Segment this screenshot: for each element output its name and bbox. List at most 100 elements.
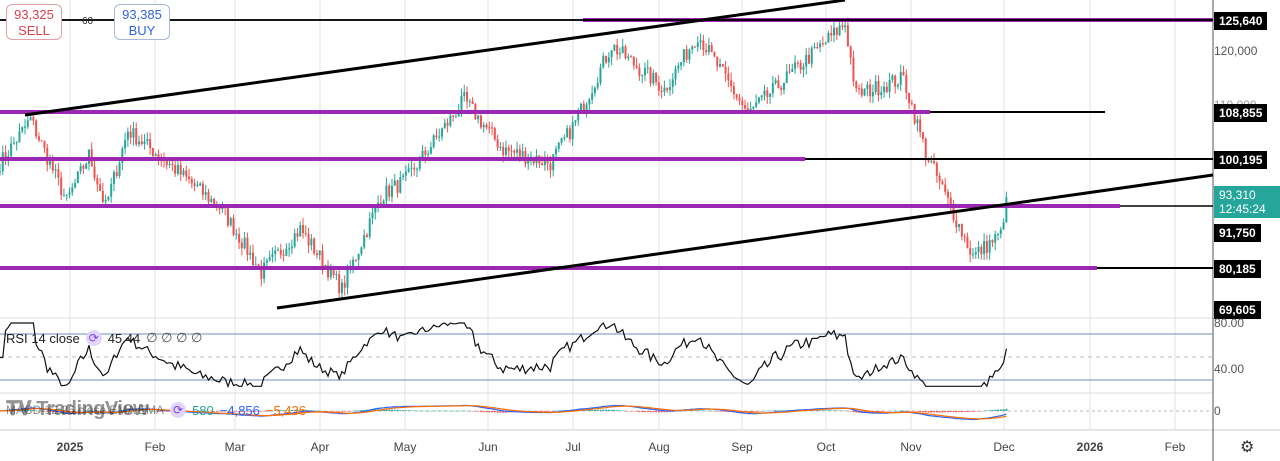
refresh-icon[interactable]: ⟳ [85,330,102,346]
candle-body [835,27,838,36]
candle-body [285,248,288,256]
macd-hist-bar [849,411,852,412]
candle-body [441,128,444,137]
macd-hist-bar [349,411,352,412]
candle-body [755,102,758,107]
macd-hist-bar [716,411,719,412]
macd-hist-bar [705,410,708,412]
macd-hist-bar [327,411,330,412]
gridlines [69,0,1176,430]
macd-hist-bar [821,410,824,411]
macd-hist-bar [435,410,438,412]
buy-label: BUY [128,23,156,38]
candle-body [199,183,202,186]
macd-hist-bar [952,411,955,413]
settings-icon[interactable]: ⚙ [1240,437,1254,457]
candle-body [741,100,744,106]
candle-body [296,233,299,237]
macd-hist-bar [499,411,502,413]
candle-body [518,149,521,157]
candle-body [649,67,652,84]
candle-body [435,135,438,138]
candle-body [204,192,207,195]
sell-button[interactable]: 93,325 SELL [6,4,62,40]
candle-body [288,248,291,250]
candle-body [643,68,646,76]
candle-body [994,234,997,243]
macd-hist-bar [340,411,343,412]
candle-body [468,101,471,103]
candle-body [491,127,494,129]
candle-body [40,140,43,142]
candle-body [885,86,888,92]
candle-body [37,136,40,141]
candle-body [502,146,505,156]
macd-hist-bar [844,410,847,412]
candle-body [810,47,813,64]
candle-body [371,212,374,219]
candle-body [624,46,627,59]
candle-body [471,101,474,104]
candle-body [844,25,847,28]
candle-body [549,163,552,171]
candle-body [452,115,455,117]
macd-hist-bar [557,410,560,412]
macd-hist-bar [488,411,491,413]
macd-hist-bar [966,411,969,412]
candle-body [974,252,977,255]
candle-body [660,90,663,92]
candle-body [760,95,763,98]
macd-hist-bar [974,411,977,412]
buy-button[interactable]: 93,385 BUY [114,4,170,40]
candle-body [827,32,830,43]
candle-body [821,43,824,45]
level-tag: 125,640 [1214,12,1268,30]
candle-body [24,126,27,128]
candle-body [946,191,949,198]
candle-body [866,84,869,89]
macd-hist-bar [482,411,485,413]
candle-body [902,71,905,76]
candle-body [193,183,196,186]
candle-body [735,94,738,98]
macd-hist-bar [1005,408,1008,411]
signal-value: −5,436 [265,402,307,418]
macd-hist-bar [852,411,855,413]
macd-hist-bar [410,410,413,411]
candle-body [379,202,382,204]
candle-body [149,139,152,149]
macd-hist-bar [643,411,646,413]
candle-body [65,194,68,196]
macd-hist-bar [635,411,638,412]
candle-body [399,177,402,193]
candle-body [185,170,188,177]
macd-hist-bar [441,410,444,412]
macd-hist-bar [463,410,466,412]
refresh-icon[interactable]: ⟳ [170,402,187,418]
macd-hist-bar [396,410,399,411]
macd-hist-bar [902,410,905,412]
candle-body [944,184,947,192]
candle-body [493,128,496,140]
macd-hist-bar [899,410,902,412]
candle-body [477,115,480,120]
macd-hist-bar [655,411,658,413]
macd-hist-bar [443,410,446,412]
candle-body [738,97,741,101]
price-chart[interactable] [0,0,1280,461]
macd-hist-bar [988,410,991,411]
candle-body [365,234,368,237]
candle-body [777,80,780,88]
candle-body [924,138,927,159]
candle-body [182,170,185,175]
macd-legend[interactable]: MACD 12 26 close EMA EMA ⟳ 580 −4,856 −5… [6,402,306,418]
candle-body [560,138,563,143]
rsi-legend[interactable]: RSI 14 close ⟳ 45.44 ∅ ∅ ∅ ∅ [6,330,202,346]
macd-hist-bar [707,410,710,412]
candle-body [87,149,90,164]
candle-body [883,86,886,93]
macd-hist-bar [624,410,627,412]
candle-body [190,179,193,184]
macd-hist-bar [702,410,705,412]
candle-body [43,141,46,148]
